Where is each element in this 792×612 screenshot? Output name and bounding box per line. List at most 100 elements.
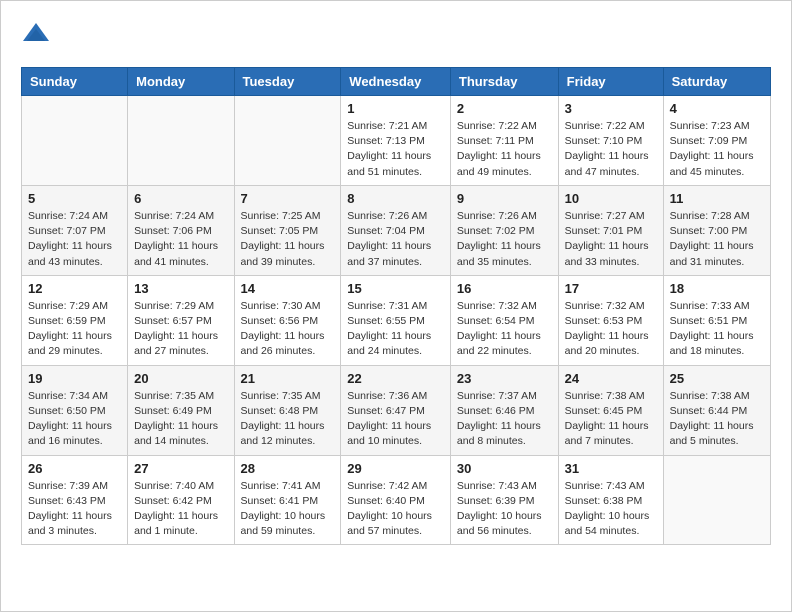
day-cell: 24 Sunrise: 7:38 AM Sunset: 6:45 PM Dayli…	[558, 365, 663, 455]
day-info: Sunrise: 7:23 AM Sunset: 7:09 PM Dayligh…	[670, 119, 764, 180]
day-number: 24	[565, 371, 657, 386]
day-cell: 11Sunrise: 7:28 AM Sunset: 7:00 PM Dayli…	[663, 185, 770, 275]
day-cell	[22, 96, 128, 186]
day-cell: 27 Sunrise: 7:40 AM Sunset: 6:42 PM Dayli…	[128, 455, 234, 545]
day-info: Sunrise: 7:26 AM Sunset: 7:02 PM Dayligh…	[457, 209, 552, 270]
day-number: 18	[670, 281, 764, 296]
day-header-monday: Monday	[128, 68, 234, 96]
day-cell: 16 Sunrise: 7:32 AM Sunset: 6:54 PM Dayli…	[450, 275, 558, 365]
day-cell	[128, 96, 234, 186]
day-number: 20	[134, 371, 227, 386]
day-info: Sunrise: 7:21 AM Sunset: 7:13 PM Dayligh…	[347, 119, 444, 180]
day-cell: 5 Sunrise: 7:24 AM Sunset: 7:07 PM Daylig…	[22, 185, 128, 275]
day-cell: 28 Sunrise: 7:41 AM Sunset: 6:41 PM Dayli…	[234, 455, 341, 545]
day-cell: 6Sunrise: 7:24 AM Sunset: 7:06 PM Daylig…	[128, 185, 234, 275]
week-row-4: 19Sunrise: 7:34 AM Sunset: 6:50 PM Dayli…	[22, 365, 771, 455]
day-info: Sunrise: 7:35 AM Sunset: 6:48 PM Dayligh…	[241, 389, 335, 450]
day-cell: 8 Sunrise: 7:26 AM Sunset: 7:04 PM Daylig…	[341, 185, 451, 275]
day-info: Sunrise: 7:43 AM Sunset: 6:39 PM Dayligh…	[457, 479, 552, 540]
day-header-tuesday: Tuesday	[234, 68, 341, 96]
day-info: Sunrise: 7:38 AM Sunset: 6:45 PM Dayligh…	[565, 389, 657, 450]
day-cell: 30 Sunrise: 7:43 AM Sunset: 6:39 PM Dayli…	[450, 455, 558, 545]
day-info: Sunrise: 7:25 AM Sunset: 7:05 PM Dayligh…	[241, 209, 335, 270]
day-cell: 23 Sunrise: 7:37 AM Sunset: 6:46 PM Dayli…	[450, 365, 558, 455]
day-number: 16	[457, 281, 552, 296]
day-header-row: SundayMondayTuesdayWednesdayThursdayFrid…	[22, 68, 771, 96]
day-info: Sunrise: 7:26 AM Sunset: 7:04 PM Dayligh…	[347, 209, 444, 270]
day-cell: 10Sunrise: 7:27 AM Sunset: 7:01 PM Dayli…	[558, 185, 663, 275]
day-cell: 21 Sunrise: 7:35 AM Sunset: 6:48 PM Dayli…	[234, 365, 341, 455]
day-cell: 26 Sunrise: 7:39 AM Sunset: 6:43 PM Dayli…	[22, 455, 128, 545]
day-number: 15	[347, 281, 444, 296]
day-cell: 4 Sunrise: 7:23 AM Sunset: 7:09 PM Daylig…	[663, 96, 770, 186]
day-info: Sunrise: 7:27 AM Sunset: 7:01 PM Dayligh…	[565, 209, 657, 270]
day-number: 27	[134, 461, 227, 476]
day-info: Sunrise: 7:36 AM Sunset: 6:47 PM Dayligh…	[347, 389, 444, 450]
day-number: 14	[241, 281, 335, 296]
day-info: Sunrise: 7:35 AM Sunset: 6:49 PM Dayligh…	[134, 389, 227, 450]
header	[21, 21, 771, 51]
day-info: Sunrise: 7:24 AM Sunset: 7:07 PM Dayligh…	[28, 209, 121, 270]
day-info: Sunrise: 7:22 AM Sunset: 7:11 PM Dayligh…	[457, 119, 552, 180]
day-cell: 22 Sunrise: 7:36 AM Sunset: 6:47 PM Dayli…	[341, 365, 451, 455]
day-header-friday: Friday	[558, 68, 663, 96]
day-info: Sunrise: 7:43 AM Sunset: 6:38 PM Dayligh…	[565, 479, 657, 540]
day-cell: 3Sunrise: 7:22 AM Sunset: 7:10 PM Daylig…	[558, 96, 663, 186]
day-cell: 14 Sunrise: 7:30 AM Sunset: 6:56 PM Dayli…	[234, 275, 341, 365]
day-number: 28	[241, 461, 335, 476]
day-number: 22	[347, 371, 444, 386]
week-row-3: 12Sunrise: 7:29 AM Sunset: 6:59 PM Dayli…	[22, 275, 771, 365]
day-info: Sunrise: 7:38 AM Sunset: 6:44 PM Dayligh…	[670, 389, 764, 450]
day-info: Sunrise: 7:30 AM Sunset: 6:56 PM Dayligh…	[241, 299, 335, 360]
day-number: 31	[565, 461, 657, 476]
day-cell: 13 Sunrise: 7:29 AM Sunset: 6:57 PM Dayli…	[128, 275, 234, 365]
day-number: 11	[670, 191, 764, 206]
day-cell: 1 Sunrise: 7:21 AM Sunset: 7:13 PM Daylig…	[341, 96, 451, 186]
day-cell: 31 Sunrise: 7:43 AM Sunset: 6:38 PM Dayli…	[558, 455, 663, 545]
day-cell: 9Sunrise: 7:26 AM Sunset: 7:02 PM Daylig…	[450, 185, 558, 275]
day-cell: 18Sunrise: 7:33 AM Sunset: 6:51 PM Dayli…	[663, 275, 770, 365]
day-info: Sunrise: 7:24 AM Sunset: 7:06 PM Dayligh…	[134, 209, 227, 270]
day-number: 5	[28, 191, 121, 206]
day-number: 13	[134, 281, 227, 296]
day-number: 29	[347, 461, 444, 476]
day-number: 25	[670, 371, 764, 386]
calendar-container: SundayMondayTuesdayWednesdayThursdayFrid…	[0, 0, 792, 612]
day-cell: 19Sunrise: 7:34 AM Sunset: 6:50 PM Dayli…	[22, 365, 128, 455]
day-cell	[234, 96, 341, 186]
day-cell: 15 Sunrise: 7:31 AM Sunset: 6:55 PM Dayli…	[341, 275, 451, 365]
day-cell: 12Sunrise: 7:29 AM Sunset: 6:59 PM Dayli…	[22, 275, 128, 365]
day-number: 3	[565, 101, 657, 116]
day-number: 12	[28, 281, 121, 296]
calendar-table: SundayMondayTuesdayWednesdayThursdayFrid…	[21, 67, 771, 545]
day-info: Sunrise: 7:31 AM Sunset: 6:55 PM Dayligh…	[347, 299, 444, 360]
day-cell: 25 Sunrise: 7:38 AM Sunset: 6:44 PM Dayli…	[663, 365, 770, 455]
day-number: 19	[28, 371, 121, 386]
day-header-wednesday: Wednesday	[341, 68, 451, 96]
day-cell: 17 Sunrise: 7:32 AM Sunset: 6:53 PM Dayli…	[558, 275, 663, 365]
day-number: 30	[457, 461, 552, 476]
day-header-saturday: Saturday	[663, 68, 770, 96]
day-info: Sunrise: 7:29 AM Sunset: 6:57 PM Dayligh…	[134, 299, 227, 360]
week-row-2: 5 Sunrise: 7:24 AM Sunset: 7:07 PM Daylig…	[22, 185, 771, 275]
logo-icon	[21, 21, 51, 51]
day-header-thursday: Thursday	[450, 68, 558, 96]
day-number: 7	[241, 191, 335, 206]
day-number: 8	[347, 191, 444, 206]
day-info: Sunrise: 7:32 AM Sunset: 6:54 PM Dayligh…	[457, 299, 552, 360]
day-number: 1	[347, 101, 444, 116]
day-cell	[663, 455, 770, 545]
day-info: Sunrise: 7:39 AM Sunset: 6:43 PM Dayligh…	[28, 479, 121, 540]
day-number: 17	[565, 281, 657, 296]
day-info: Sunrise: 7:40 AM Sunset: 6:42 PM Dayligh…	[134, 479, 227, 540]
day-number: 21	[241, 371, 335, 386]
day-info: Sunrise: 7:32 AM Sunset: 6:53 PM Dayligh…	[565, 299, 657, 360]
week-row-5: 26 Sunrise: 7:39 AM Sunset: 6:43 PM Dayli…	[22, 455, 771, 545]
day-number: 26	[28, 461, 121, 476]
day-number: 23	[457, 371, 552, 386]
day-info: Sunrise: 7:41 AM Sunset: 6:41 PM Dayligh…	[241, 479, 335, 540]
day-number: 4	[670, 101, 764, 116]
day-cell: 2Sunrise: 7:22 AM Sunset: 7:11 PM Daylig…	[450, 96, 558, 186]
day-info: Sunrise: 7:37 AM Sunset: 6:46 PM Dayligh…	[457, 389, 552, 450]
logo	[21, 21, 55, 51]
